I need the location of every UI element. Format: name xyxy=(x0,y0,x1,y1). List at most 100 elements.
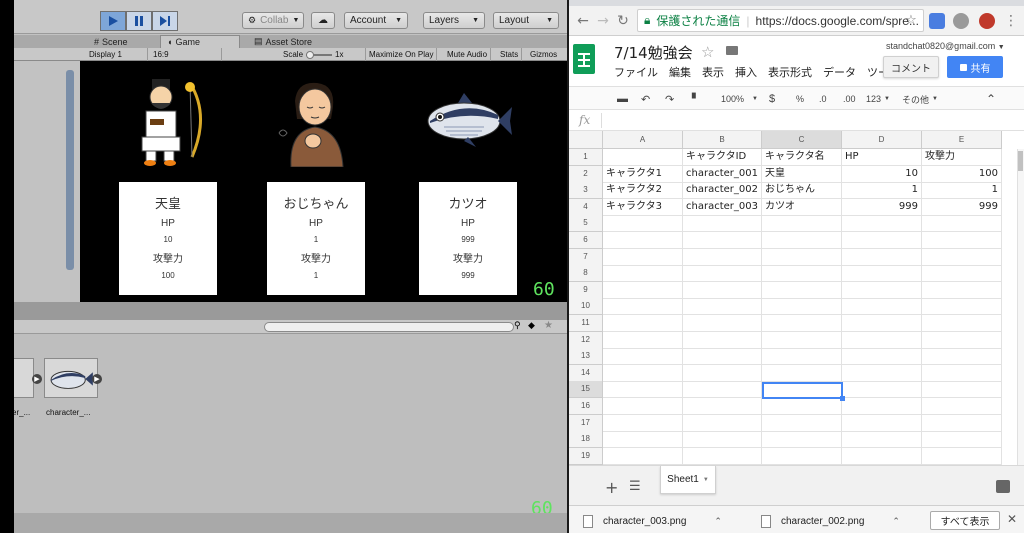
table-cell[interactable] xyxy=(922,265,1002,283)
tab-game[interactable]: ◖ Game xyxy=(160,35,240,48)
menu-icon[interactable]: ⋮ xyxy=(1003,13,1019,29)
column-header[interactable]: D xyxy=(842,131,922,149)
table-cell[interactable] xyxy=(683,232,762,249)
table-cell[interactable] xyxy=(922,348,1002,366)
table-cell[interactable] xyxy=(922,447,1002,465)
table-cell[interactable] xyxy=(842,215,922,233)
more-dropdown[interactable]: その他 ▼ xyxy=(902,91,938,107)
tab-asset-store[interactable]: ▤ Asset Store xyxy=(248,35,318,48)
account-dropdown[interactable]: Account ▼ xyxy=(344,12,408,29)
paint-format-icon[interactable]: ▝ xyxy=(688,91,696,107)
document-title[interactable]: 7/14勉強会 xyxy=(614,42,693,63)
table-cell[interactable]: キャラクタ3 xyxy=(603,198,683,216)
table-cell[interactable]: character_001 xyxy=(683,165,762,183)
collapse-chevron-icon[interactable]: ⌃ xyxy=(986,91,996,107)
table-cell[interactable] xyxy=(762,398,842,415)
redo-icon[interactable]: ↷ xyxy=(665,91,674,107)
table-cell[interactable]: おじちゃん xyxy=(762,182,842,200)
table-cell[interactable]: キャラクタ1 xyxy=(603,165,683,183)
row-header[interactable]: 16 xyxy=(569,398,603,415)
table-cell[interactable] xyxy=(922,281,1002,299)
scene-scrollbar[interactable] xyxy=(66,70,74,270)
layout-dropdown[interactable]: Layout ▼ xyxy=(493,12,559,29)
table-cell[interactable] xyxy=(922,431,1002,449)
table-cell[interactable]: 攻撃力 xyxy=(922,149,1002,166)
table-cell[interactable] xyxy=(922,315,1002,332)
row-header[interactable]: 17 xyxy=(569,414,603,432)
download-item[interactable]: character_002.png ⌃ xyxy=(761,513,900,529)
row-header[interactable]: 6 xyxy=(569,232,603,249)
expand-arrow-icon[interactable]: ▶ xyxy=(32,374,42,384)
table-cell[interactable] xyxy=(842,398,922,415)
row-header[interactable]: 19 xyxy=(569,447,603,465)
table-cell[interactable] xyxy=(683,364,762,382)
table-cell[interactable] xyxy=(683,248,762,266)
table-cell[interactable] xyxy=(922,215,1002,233)
table-cell[interactable] xyxy=(603,348,683,366)
table-cell[interactable]: 100 xyxy=(922,165,1002,183)
formula-bar[interactable]: fx xyxy=(569,110,1024,131)
table-cell[interactable] xyxy=(762,281,842,299)
scale-slider[interactable]: Scale 1x xyxy=(280,48,366,61)
zoom-dropdown[interactable]: 100% ▼ xyxy=(721,91,758,107)
table-cell[interactable] xyxy=(762,364,842,382)
table-cell[interactable] xyxy=(683,331,762,349)
menu-file[interactable]: ファイル xyxy=(614,64,658,80)
table-cell[interactable] xyxy=(842,348,922,366)
address-bar[interactable]: 🔒︎ 保護された通信 | https://docs.google.com/spr… xyxy=(637,9,924,32)
label-icon[interactable]: ◆ xyxy=(528,321,535,331)
table-cell[interactable] xyxy=(603,431,683,449)
table-cell[interactable] xyxy=(762,331,842,349)
menu-edit[interactable]: 編集 xyxy=(669,64,691,80)
sheets-logo-icon[interactable] xyxy=(573,44,595,74)
table-cell[interactable] xyxy=(683,215,762,233)
table-cell[interactable] xyxy=(762,215,842,233)
table-cell[interactable] xyxy=(842,431,922,449)
table-cell[interactable] xyxy=(922,232,1002,249)
table-cell[interactable]: 天皇 xyxy=(762,165,842,183)
table-cell[interactable] xyxy=(683,281,762,299)
vertical-scrollbar[interactable] xyxy=(1017,149,1024,465)
row-header[interactable]: 8 xyxy=(569,265,603,283)
table-cell[interactable] xyxy=(603,232,683,249)
number-format-dropdown[interactable]: 123 ▼ xyxy=(866,91,890,107)
row-header[interactable]: 11 xyxy=(569,315,603,332)
scale-knob[interactable] xyxy=(306,50,333,59)
decrease-decimal-button[interactable]: .0 xyxy=(819,91,827,107)
table-cell[interactable] xyxy=(683,414,762,432)
row-header[interactable]: 3 xyxy=(569,182,603,200)
folder-icon[interactable] xyxy=(726,46,738,55)
play-button[interactable] xyxy=(100,11,126,31)
table-cell[interactable] xyxy=(762,431,842,449)
menu-data[interactable]: データ xyxy=(823,64,856,80)
table-cell[interactable] xyxy=(683,447,762,465)
row-header[interactable]: 9 xyxy=(569,281,603,299)
table-cell[interactable] xyxy=(603,364,683,382)
table-cell[interactable] xyxy=(603,398,683,415)
table-cell[interactable] xyxy=(603,215,683,233)
table-cell[interactable]: キャラクタ2 xyxy=(603,182,683,200)
table-cell[interactable]: 1 xyxy=(922,182,1002,200)
row-header[interactable]: 2 xyxy=(569,165,603,183)
table-cell[interactable] xyxy=(762,414,842,432)
table-cell[interactable]: カツオ xyxy=(762,198,842,216)
row-header[interactable]: 5 xyxy=(569,215,603,233)
bookmark-star-icon[interactable]: ☆ xyxy=(903,13,919,29)
table-cell[interactable] xyxy=(762,298,842,316)
table-cell[interactable] xyxy=(603,298,683,316)
mute-audio-toggle[interactable]: Mute Audio xyxy=(444,48,492,61)
table-cell[interactable] xyxy=(842,331,922,349)
display-dropdown[interactable]: Display 1 xyxy=(86,48,148,61)
all-sheets-icon[interactable]: ☰ xyxy=(629,479,641,494)
table-cell[interactable] xyxy=(603,149,683,166)
undo-icon[interactable]: ↶ xyxy=(641,91,650,107)
asset-thumbnail[interactable] xyxy=(44,358,98,398)
menu-view[interactable]: 表示 xyxy=(702,64,724,80)
column-header[interactable]: E xyxy=(922,131,1002,149)
user-email[interactable]: standchat0820@gmail.com ▼ xyxy=(886,41,1005,51)
table-cell[interactable] xyxy=(842,281,922,299)
table-cell[interactable] xyxy=(842,447,922,465)
table-cell[interactable] xyxy=(603,281,683,299)
table-cell[interactable] xyxy=(603,265,683,283)
column-header[interactable]: A xyxy=(603,131,683,149)
